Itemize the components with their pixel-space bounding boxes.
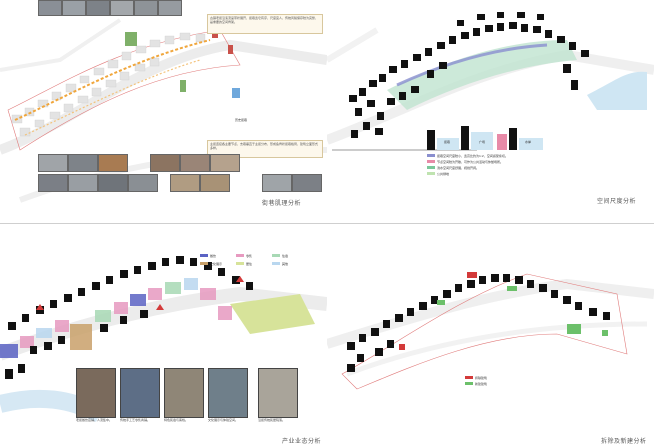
facade-photo-1 [38, 154, 68, 172]
legend-swatch-3 [427, 166, 435, 169]
industry-photo-4 [208, 368, 248, 418]
site-boundary [341, 273, 628, 390]
legend-swatch-1 [427, 154, 435, 157]
industry-legend-label-1: 餐饮 [210, 254, 217, 258]
legend-label-1: 街巷空间尺度较小，宽高比约为1:2，空间感受亲切。 [437, 154, 508, 158]
industry-caption-3: 特色民宿与客栈。 [164, 418, 189, 422]
legend-swatch-2 [427, 160, 435, 163]
demolition-legend-swatch-2 [465, 382, 473, 385]
facade-photo-9 [98, 174, 128, 192]
demolition-legend-label-1: 拆除建筑 [475, 376, 488, 380]
section-label-2: 广场 [479, 140, 486, 144]
facade-photo-2 [68, 154, 98, 172]
demolition-map [327, 272, 654, 390]
street-photo-3 [86, 0, 110, 16]
green-node [125, 32, 137, 46]
industry-legend-swatch-2 [236, 254, 244, 257]
facade-photo-12 [200, 174, 230, 192]
industry-caption-2: 传统手工艺零售商铺。 [120, 418, 151, 422]
facade-photo-10 [128, 174, 158, 192]
legend-swatch-4 [427, 172, 435, 175]
building-footprints [11, 32, 206, 137]
industry-panel: 餐饮 零售 住宿 文化展示 居住 其他 老街餐饮店铺，人流集中。 传统手工艺零售… [0, 224, 327, 447]
street-analysis-panel: 古镇老街沿溪流呈带状展开，街巷宽窄有序，尺度宜人，传统风貌保存较为完整，是重要的… [0, 0, 327, 223]
industry-photo-2 [120, 368, 160, 418]
industry-caption-5: 沿街传统民居院落。 [258, 418, 286, 422]
red-node-2 [228, 45, 233, 54]
facade-photo-3 [98, 154, 128, 172]
street-photo-5 [134, 0, 158, 16]
space-scale-map [327, 12, 654, 151]
industry-legend-label-6: 其他 [282, 262, 289, 266]
facade-photo-6 [210, 154, 240, 172]
street-analysis-title: 街巷肌理分析 [262, 200, 302, 207]
industry-legend-label-2: 零售 [246, 254, 253, 258]
street-photo-4 [110, 0, 134, 16]
road-north [0, 18, 122, 72]
street-photo-1 [38, 0, 62, 16]
blue-node [232, 88, 240, 98]
industry-legend-swatch-1 [200, 254, 208, 257]
legend-label-2: 节点空间较为开敞，可作为公共活动与休憩场所。 [437, 160, 504, 164]
section-label-1: 街巷 [444, 140, 451, 144]
demolition-legend-swatch-1 [465, 376, 473, 379]
industry-legend-swatch-4 [200, 262, 208, 265]
facade-photo-7 [38, 174, 68, 192]
industry-legend-swatch-6 [272, 262, 280, 265]
industry-legend-label-5: 居住 [246, 262, 253, 266]
legend-label-3: 滨水空间尺度舒展，视线开阔。 [437, 166, 480, 170]
street-note-top: 古镇老街沿溪流呈带状展开，街巷宽窄有序，尺度宜人，传统风貌保存较为完整，是重要的… [207, 14, 323, 34]
facade-photo-14 [292, 174, 322, 192]
industry-legend-label-4: 文化展示 [210, 262, 223, 266]
facade-photo-4 [150, 154, 180, 172]
green-node-2 [180, 80, 186, 92]
space-scale-panel: 街巷 广场 水岸 街巷空间尺度较小，宽高比约为1:2，空间感受亲切。 节点空间较… [327, 0, 654, 223]
section-profile [427, 126, 543, 150]
industry-title: 产业业态分析 [282, 438, 322, 445]
demolition-panel: 拆除建筑 新建建筑 拆除及新建分析 [327, 224, 654, 447]
demolition-title: 拆除及新建分析 [601, 438, 647, 445]
industry-photo-5 [258, 368, 298, 418]
facade-photo-5 [180, 154, 210, 172]
section-label-3: 水岸 [525, 140, 532, 144]
facade-photo-13 [262, 174, 292, 192]
demolition-legend-label-2: 新建建筑 [475, 382, 488, 386]
industry-legend-label-3: 住宿 [282, 254, 289, 258]
historic-street-label: 历史街巷 [235, 118, 248, 122]
industry-caption-1: 老街餐饮店铺，人流集中。 [76, 418, 113, 422]
industry-photo-3 [164, 368, 204, 418]
industry-legend-swatch-5 [236, 262, 244, 265]
facade-photo-11 [170, 174, 200, 192]
legend-label-4: 公共绿地 [437, 172, 450, 176]
facade-photo-8 [68, 174, 98, 192]
industry-caption-4: 文化展示与体验空间。 [208, 418, 239, 422]
street-photo-2 [62, 0, 86, 16]
green-space [387, 40, 577, 110]
industry-photo-1 [76, 368, 116, 418]
water-area [587, 71, 647, 110]
street-photo-6 [158, 0, 182, 16]
space-scale-title: 空间尺度分析 [597, 198, 637, 205]
industry-legend-swatch-3 [272, 254, 280, 257]
